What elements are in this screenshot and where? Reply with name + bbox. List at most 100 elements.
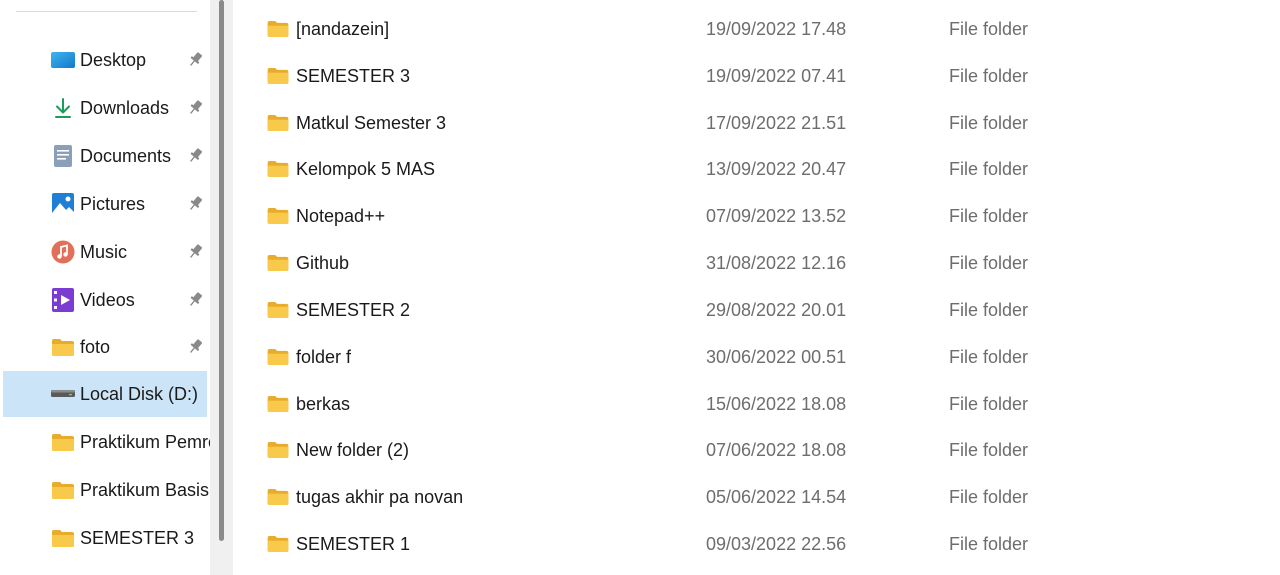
file-list: [nandazein] 19/09/2022 17.48 File folder… [233,0,1280,575]
folder-icon [267,396,289,412]
pin-icon[interactable] [186,243,204,261]
pin-icon[interactable] [186,195,204,213]
nav-divider [16,11,197,12]
file-date-modified: 05/06/2022 14.54 [706,487,847,507]
folder-icon [267,302,289,318]
file-row[interactable]: [nandazein] 19/09/2022 17.48 File folder [233,6,1280,53]
file-name[interactable]: New folder (2) [296,427,409,474]
folder-icon [267,161,289,177]
file-row[interactable]: SEMESTER 3 19/09/2022 07.41 File folder [233,53,1280,100]
file-name[interactable]: Matkul Semester 3 [296,100,446,147]
file-row[interactable]: tugas akhir pa novan 05/06/2022 14.54 Fi… [233,474,1280,521]
file-date-modified: 31/08/2022 12.16 [706,253,847,273]
sidebar-item-downloads[interactable]: Downloads [3,85,207,131]
file-type: File folder [949,300,1029,320]
folder-icon [267,442,289,458]
file-type: File folder [949,487,1029,507]
folder-icon [267,115,289,131]
sidebar-item-local-disk-d[interactable]: Local Disk (D:) [3,371,207,417]
file-name[interactable]: tugas akhir pa novan [296,474,463,521]
file-type: File folder [949,534,1029,554]
folder-icon [51,528,75,548]
file-type: File folder [949,347,1029,367]
file-row[interactable]: Notepad++ 07/09/2022 13.52 File folder [233,193,1280,240]
file-row[interactable]: folder f 30/06/2022 00.51 File folder [233,334,1280,381]
folder-icon [51,480,75,500]
file-date-modified: 13/09/2022 20.47 [706,159,847,179]
file-row[interactable]: SEMESTER 1 09/03/2022 22.56 File folder [233,521,1280,568]
file-date-modified: 19/09/2022 17.48 [706,19,847,39]
sidebar-item-pictures[interactable]: Pictures [3,181,207,227]
folder-icon [51,432,75,452]
folder-icon [267,489,289,505]
sidebar-item-semester-3[interactable]: SEMESTER 3 [3,515,207,561]
file-row[interactable]: Matkul Semester 3 17/09/2022 21.51 File … [233,100,1280,147]
file-row[interactable]: Github 31/08/2022 12.16 File folder [233,240,1280,287]
file-type: File folder [949,206,1029,226]
sidebar-item-label: foto [80,337,111,357]
file-date-modified: 15/06/2022 18.08 [706,394,847,414]
scrollbar-thumb[interactable] [219,0,224,541]
file-type: File folder [949,113,1029,133]
file-date-modified: 30/06/2022 00.51 [706,347,847,367]
sidebar-item-label: Pictures [80,194,146,214]
file-row[interactable]: SEMESTER 2 29/08/2022 20.01 File folder [233,287,1280,334]
file-name[interactable]: Notepad++ [296,193,385,240]
file-date-modified: 09/03/2022 22.56 [706,534,847,554]
file-name[interactable]: [nandazein] [296,6,389,53]
file-type: File folder [949,394,1029,414]
sidebar-item-music[interactable]: Music [3,229,207,275]
file-name[interactable]: SEMESTER 3 [296,53,410,100]
folder-icon [267,255,289,271]
pictures-icon [51,193,75,215]
file-name[interactable]: Kelompok 5 MAS [296,146,435,193]
file-row[interactable]: New folder (2) 07/06/2022 18.08 File fol… [233,427,1280,474]
file-name[interactable]: Github [296,240,349,287]
pin-icon[interactable] [186,147,204,165]
file-row[interactable]: Kelompok 5 MAS 13/09/2022 20.47 File fol… [233,146,1280,193]
sidebar-item-videos[interactable]: Videos [3,277,207,323]
folder-icon [267,349,289,365]
folder-icon [51,337,75,357]
pin-icon[interactable] [186,99,204,117]
pin-icon[interactable] [186,291,204,309]
file-name[interactable]: berkas [296,381,350,428]
documents-icon [51,145,75,167]
drive-icon [51,384,75,404]
sidebar-item-label: Documents [80,146,172,166]
sidebar-item-label: Praktikum Basis [80,480,210,500]
folder-icon [267,208,289,224]
pin-icon[interactable] [186,338,204,356]
sidebar-item-label: Downloads [80,98,170,118]
sidebar-item-label: Videos [80,290,135,310]
folder-icon [267,68,289,84]
sidebar-item-label: Desktop [80,50,147,70]
sidebar-item-praktikum-basis[interactable]: Praktikum Basis [3,467,210,513]
file-name[interactable]: SEMESTER 2 [296,287,410,334]
file-date-modified: 07/06/2022 18.08 [706,440,847,460]
sidebar-item-praktikum-pemro[interactable]: Praktikum Pemro [3,419,210,465]
download-icon [51,98,75,118]
pin-icon[interactable] [186,51,204,69]
sidebar-item-label: SEMESTER 3 [80,528,195,548]
sidebar-item-foto[interactable]: foto [3,324,207,370]
file-type: File folder [949,66,1029,86]
folder-icon [267,536,289,552]
sidebar-item-desktop[interactable]: Desktop [3,37,207,83]
file-date-modified: 29/08/2022 20.01 [706,300,847,320]
file-name[interactable]: SEMESTER 1 [296,521,410,568]
sidebar-item-label: Praktikum Pemro [80,432,210,452]
file-type: File folder [949,159,1029,179]
navigation-pane: Desktop Downloads Documents Pictures Mus… [0,0,210,575]
videos-icon [51,288,75,312]
file-date-modified: 17/09/2022 21.51 [706,113,847,133]
file-name[interactable]: folder f [296,334,351,381]
file-type: File folder [949,19,1029,39]
folder-icon [267,21,289,37]
file-type: File folder [949,253,1029,273]
nav-scrollbar[interactable] [210,0,233,575]
file-date-modified: 07/09/2022 13.52 [706,206,847,226]
file-row[interactable]: berkas 15/06/2022 18.08 File folder [233,381,1280,428]
sidebar-item-documents[interactable]: Documents [3,133,207,179]
sidebar-item-label: Music [80,242,128,262]
